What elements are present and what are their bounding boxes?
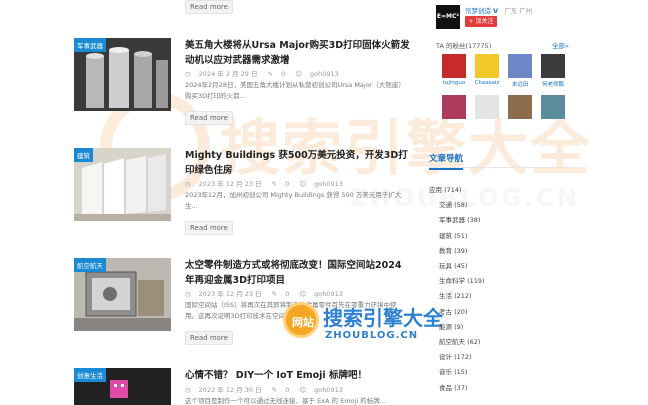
fan-avatar[interactable] (442, 54, 466, 78)
category-tag[interactable]: 军事武器 (74, 38, 106, 52)
comment-icon: ✎ (271, 180, 278, 188)
post-thumbnail[interactable]: 军事武器 (74, 38, 171, 111)
comment-icon: ✎ (271, 290, 278, 298)
verified-icon: V (493, 7, 499, 15)
post-thumbnail[interactable]: 建筑 (74, 148, 171, 221)
read-more-button[interactable]: Read more (185, 111, 233, 125)
fan-item[interactable]: tujinguo (440, 54, 468, 86)
category-item[interactable]: 音乐 (15) (439, 366, 467, 376)
profile-location: 广东 广州 (504, 7, 533, 15)
watermark-small-url: ZHOUBLOG.CN (325, 330, 419, 341)
post-author[interactable]: goh0913 (314, 386, 343, 394)
post-meta: ◷ 2022 年 12 月 30 日 ✎ 0 ☺ goh0913 (185, 384, 351, 394)
fan-avatar[interactable] (508, 95, 532, 119)
fan-item[interactable] (473, 95, 501, 119)
clock-icon: ◷ (185, 180, 191, 188)
category-item[interactable]: 玩具 (45) (439, 260, 467, 270)
clock-icon: ◷ (185, 290, 191, 298)
post-title[interactable]: 美五角大楼将从Ursa Major购买3D打印固体火箭发动机以应对武器需求激增 (185, 38, 410, 68)
clock-icon: ◷ (185, 386, 191, 394)
fan-avatar[interactable] (475, 95, 499, 119)
category-tag[interactable]: 航空航天 (74, 258, 106, 272)
user-icon: ☺ (295, 70, 302, 78)
follow-button[interactable]: + 加关注 (465, 16, 497, 27)
user-icon: ☺ (299, 386, 307, 394)
watermark-badge-icon: 网站 (283, 302, 319, 338)
comment-count[interactable]: 0 (285, 386, 289, 394)
fan-item[interactable]: 未远田 (506, 54, 534, 88)
post-thumbnail[interactable]: 创意生活 (74, 368, 171, 405)
comment-count[interactable]: 0 (281, 70, 285, 78)
post-author[interactable]: goh0913 (310, 70, 339, 78)
fan-item[interactable] (440, 95, 468, 119)
post-excerpt: 这个项目是制作一个可以通过无线连接、基于 ExA 的 Emoji 的标牌... (185, 397, 386, 405)
post-date: 2024 年 2 月 29 日 (198, 70, 258, 78)
fan-name[interactable]: 何老师鹏 (539, 80, 567, 88)
watermark-small: 网站 搜索引擎大全 ZHOUBLOG.CN (283, 300, 443, 352)
category-item[interactable]: 考古 (20) (439, 306, 467, 316)
user-icon: ☺ (299, 180, 307, 188)
category-tag[interactable]: 建筑 (74, 148, 93, 162)
fan-name[interactable]: 未远田 (506, 80, 534, 88)
post-date: 2023 年 12 月 23 日 (198, 290, 262, 298)
user-icon: ☺ (299, 290, 307, 298)
category-item[interactable]: 生命科学 (119) (439, 275, 485, 285)
category-item[interactable]: 应用 (714) (429, 184, 462, 194)
comment-icon: ✎ (267, 70, 273, 78)
read-more-button[interactable]: Read more (185, 221, 233, 235)
fans-title: TA 的粉丝(17775) (436, 42, 492, 50)
post-thumbnail[interactable]: 航空航天 (74, 258, 171, 331)
category-item[interactable]: 食品 (37) (439, 382, 467, 392)
read-more-button[interactable]: Read more (185, 331, 233, 345)
post-excerpt: 2023年12月，加州初创公司 Mighty Buildings 获得 500 … (185, 191, 402, 210)
post-title[interactable]: Mighty Buildings 获500万美元投资，开发3D打印绿色住房 (185, 148, 410, 178)
blog-page: 搜索引擎大全 ZHOUBLOG.CN Read more 军事武器 美五角大楼将… (0, 0, 648, 405)
fan-avatar[interactable] (541, 95, 565, 119)
fan-name[interactable]: tujinguo (440, 80, 468, 86)
category-item[interactable]: 设计 (172) (439, 351, 472, 361)
fans-all-link[interactable]: 全部» (552, 40, 569, 50)
watermark-badge-text: 网站 (292, 316, 314, 329)
post-author[interactable]: goh0913 (314, 180, 343, 188)
category-item[interactable]: 交通 (58) (439, 199, 467, 209)
category-item[interactable]: 航空航天 (62) (439, 336, 480, 346)
read-more-button[interactable]: Read more (185, 0, 233, 14)
post-meta: ◷ 2024 年 2 月 29 日 ✎ 0 ☺ goh0913 (185, 68, 347, 78)
category-item[interactable]: 军事武器 (38) (439, 214, 480, 224)
category-item[interactable]: 建筑 (51) (439, 230, 467, 240)
profile-name[interactable]: 氘梦创造 (465, 7, 491, 15)
nav-divider (429, 167, 569, 168)
comment-count[interactable]: 0 (285, 290, 289, 298)
fan-avatar[interactable] (442, 95, 466, 119)
fan-item[interactable]: 何老师鹏 (539, 54, 567, 88)
post-excerpt: 2024年2月28日，美国五角大楼计划从私营初创公司Ursa Major（大熊座… (185, 81, 405, 100)
fan-item[interactable] (539, 95, 567, 119)
profile-name-line: 氘梦创造 V 广东 广州 (465, 5, 532, 15)
fan-item[interactable]: Chaasaiz (473, 54, 501, 86)
comment-count[interactable]: 0 (285, 180, 289, 188)
comment-icon: ✎ (271, 386, 278, 394)
clock-icon: ◷ (185, 70, 191, 78)
post-title[interactable]: 太空零件制造方式或将彻底改变！国际空间站2024年再迎金属3D打印项目 (185, 258, 410, 288)
post-date: 2022 年 12 月 30 日 (198, 386, 262, 394)
category-item[interactable]: 教育 (39) (439, 245, 467, 255)
fan-avatar[interactable] (541, 54, 565, 78)
fan-avatar[interactable] (475, 54, 499, 78)
category-item[interactable]: 能源 (9) (439, 321, 463, 331)
category-tag[interactable]: 创意生活 (74, 368, 106, 382)
post-author[interactable]: goh0913 (314, 290, 343, 298)
watermark-small-text: 搜索引擎大全 (323, 306, 443, 330)
fan-item[interactable] (506, 95, 534, 119)
post-date: 2023 年 12 月 23 日 (198, 180, 262, 188)
post-title[interactable]: 心情不错？ DIY一个 IoT Emoji 标牌吧！ (185, 368, 410, 383)
post-meta: ◷ 2023 年 12 月 23 日 ✎ 0 ☺ goh0913 (185, 288, 351, 298)
fan-avatar[interactable] (508, 54, 532, 78)
profile-avatar[interactable]: E=MC² (436, 5, 460, 29)
fan-name[interactable]: Chaasaiz (473, 80, 501, 86)
post-meta: ◷ 2023 年 12 月 23 日 ✎ 0 ☺ goh0913 (185, 178, 351, 188)
category-item[interactable]: 生活 (212) (439, 290, 472, 300)
